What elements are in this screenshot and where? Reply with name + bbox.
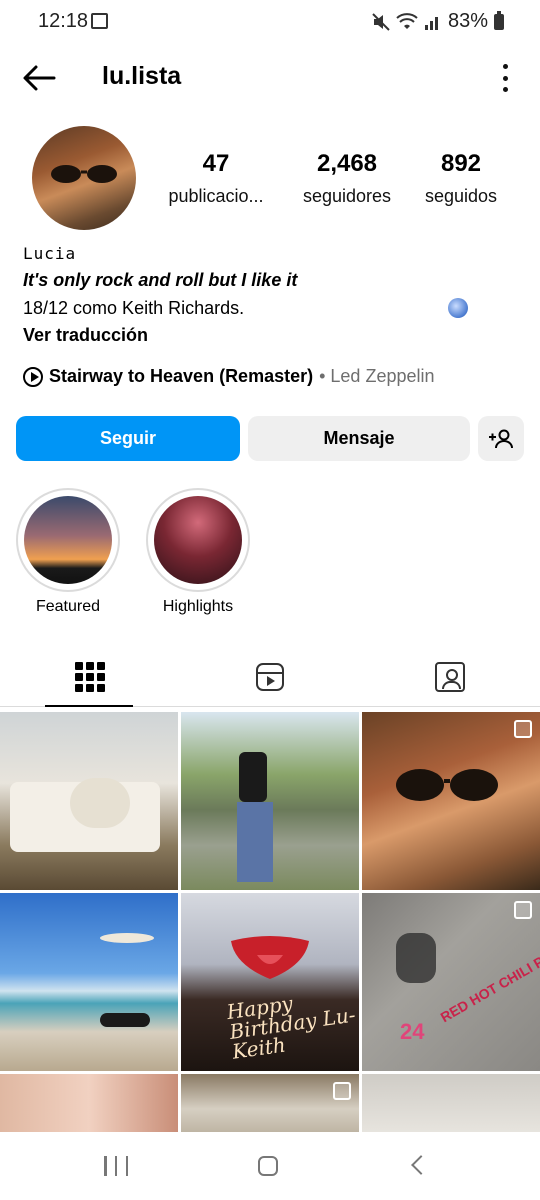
chalk-art-date: 24 — [400, 1019, 425, 1044]
play-circle-icon — [23, 366, 43, 387]
gallery-notification-icon — [91, 13, 108, 29]
system-navigation-bar — [0, 1132, 540, 1200]
follow-button[interactable]: Seguir — [16, 416, 240, 461]
profile-avatar[interactable] — [32, 126, 136, 230]
globe-icon — [448, 298, 468, 318]
arrow-left-icon — [23, 65, 56, 91]
post-thumbnail[interactable]: RED HOT CHILI PEPPERS 24 — [362, 893, 540, 1071]
battery-percent: 83% — [447, 10, 488, 32]
more-dot-icon — [502, 75, 508, 81]
back-button[interactable] — [20, 60, 60, 96]
battery-icon — [494, 10, 504, 30]
highlight-cover-image — [24, 496, 112, 584]
profile-username: lu.lista — [102, 62, 182, 90]
stat-following-count: 892 — [440, 150, 482, 177]
cake-text: Happy Birthday Lu-Keith — [225, 991, 357, 1064]
post-thumbnail[interactable] — [0, 712, 178, 890]
story-highlight[interactable]: Featured — [16, 488, 120, 616]
highlight-ring — [16, 488, 120, 592]
status-time: 12:18 — [38, 10, 89, 32]
post-thumbnail[interactable]: Happy Birthday Lu-Keith — [181, 893, 359, 1071]
post-thumbnail[interactable] — [0, 893, 178, 1071]
profile-header: lu.lista — [0, 52, 540, 104]
message-button[interactable]: Mensaje — [248, 416, 470, 461]
post-thumbnail[interactable] — [0, 1074, 178, 1132]
add-person-icon — [489, 429, 513, 448]
tagged-person-icon — [435, 662, 465, 692]
wifi-icon — [396, 12, 418, 29]
stat-followers-label: seguidores — [302, 186, 392, 206]
recent-apps-button[interactable] — [104, 1156, 128, 1176]
carousel-icon — [514, 720, 532, 738]
tongue-logo-icon — [231, 936, 309, 979]
stat-posts-label: publicacio... — [168, 186, 264, 206]
post-thumbnail[interactable] — [362, 712, 540, 890]
more-dot-icon — [502, 87, 508, 92]
profile-music[interactable]: Stairway to Heaven (Remaster) • Led Zepp… — [23, 366, 435, 387]
bio-line: It's only rock and roll but I like it — [23, 270, 298, 290]
highlight-cover-image — [154, 496, 242, 584]
music-song-title: Stairway to Heaven (Remaster) — [49, 366, 314, 386]
signal-icon — [424, 16, 438, 30]
status-indicators: 83% — [372, 10, 504, 33]
highlight-label: Highlights — [162, 598, 234, 615]
profile-tabs — [0, 648, 540, 707]
highlight-label: Featured — [35, 598, 101, 615]
more-options-button[interactable] — [500, 64, 510, 92]
suggested-users-button[interactable] — [478, 416, 524, 461]
chalk-art-text: RED HOT CHILI PEPPERS — [437, 924, 540, 1026]
stat-posts-count: 47 — [202, 150, 230, 177]
system-back-button[interactable] — [411, 1155, 431, 1175]
stat-followers[interactable]: 2,468 seguidores — [288, 150, 406, 207]
sunglasses-icon — [396, 769, 498, 801]
tab-posts[interactable] — [0, 648, 180, 706]
tab-tagged[interactable] — [360, 648, 540, 706]
reels-icon — [256, 663, 284, 691]
tab-reels[interactable] — [180, 648, 360, 706]
stat-posts[interactable]: 47 publicacio... — [160, 150, 272, 207]
more-dot-icon — [502, 64, 508, 69]
post-thumbnail[interactable] — [362, 1074, 540, 1132]
story-highlight[interactable]: Highlights — [146, 488, 250, 616]
highlight-ring — [146, 488, 250, 592]
active-tab-indicator — [45, 705, 133, 707]
status-bar: 12:18 83% — [0, 0, 540, 44]
post-thumbnail[interactable] — [181, 1074, 359, 1132]
carousel-icon — [514, 901, 532, 919]
bio-line: 18/12 como Keith Richards. — [23, 298, 245, 318]
profile-display-name: Lucia — [23, 244, 77, 263]
grid-icon — [75, 662, 105, 692]
stat-followers-count: 2,468 — [316, 150, 378, 177]
music-artist: • Led Zeppelin — [319, 366, 435, 386]
stat-following[interactable]: 892 seguidos — [416, 150, 506, 207]
see-translation-link[interactable]: Ver traducción — [23, 325, 148, 346]
post-thumbnail[interactable] — [181, 712, 359, 890]
mute-icon — [372, 12, 390, 31]
sunglasses-icon — [51, 165, 117, 183]
carousel-icon — [333, 1082, 351, 1100]
home-button[interactable] — [258, 1156, 278, 1176]
stat-following-label: seguidos — [424, 186, 498, 206]
